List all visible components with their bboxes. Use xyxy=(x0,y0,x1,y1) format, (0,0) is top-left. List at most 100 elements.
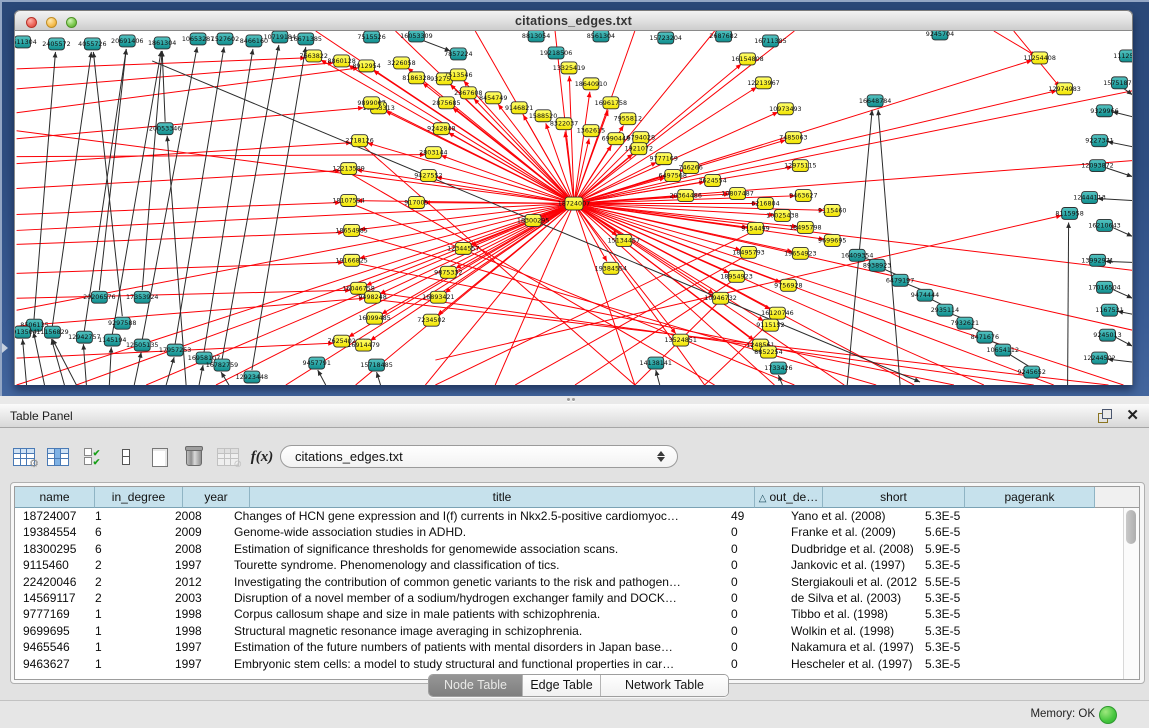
gene-node-yellow[interactable]: 6216804 xyxy=(751,198,779,210)
gene-node-teal[interactable]: 16210643 xyxy=(1088,219,1120,231)
gene-node-teal[interactable]: 8471676 xyxy=(971,331,999,343)
column-header-name[interactable]: name xyxy=(15,487,95,508)
gene-node-teal[interactable]: 1167531 xyxy=(1095,304,1123,316)
column-header-pagerank[interactable]: pagerank xyxy=(965,487,1095,508)
gene-node-teal[interactable]: 20691406 xyxy=(111,35,143,47)
gene-node-teal[interactable]: 17016504 xyxy=(1088,281,1120,293)
gene-node-teal[interactable]: 9474444 xyxy=(911,289,939,301)
gene-node-yellow[interactable]: 18640910 xyxy=(575,78,607,90)
column-header-short[interactable]: short xyxy=(823,487,965,508)
gene-node-teal[interactable]: 15723204 xyxy=(650,32,682,44)
delete-column-icon[interactable] xyxy=(180,443,208,471)
gene-node-teal[interactable]: 16671385 xyxy=(290,33,322,45)
gene-node-teal[interactable]: 15718485 xyxy=(360,359,392,371)
gene-node-yellow[interactable]: 6794028 xyxy=(627,132,655,144)
gene-node-teal[interactable]: 16648784 xyxy=(859,95,891,107)
gene-node-yellow[interactable]: 8322037 xyxy=(550,118,578,130)
gene-node-yellow[interactable]: 7955812 xyxy=(614,113,642,125)
gene-node-yellow[interactable]: 10025438 xyxy=(766,209,798,221)
row-height-icon[interactable] xyxy=(112,443,140,471)
gene-node-teal[interactable]: 12923448 xyxy=(236,371,268,383)
table-row[interactable]: 1830029562008Estimation of significance … xyxy=(15,541,1139,557)
close-panel-icon[interactable]: ✕ xyxy=(1126,406,1139,424)
window-title-bar[interactable]: citations_edges.txt xyxy=(14,10,1133,31)
table-selector-dropdown[interactable]: citations_edges.txt xyxy=(280,445,678,468)
vertical-scrollbar[interactable] xyxy=(1123,508,1139,680)
gene-node-yellow[interactable]: 16893421 xyxy=(422,291,454,303)
gene-node-yellow[interactable]: 18495793 xyxy=(732,246,764,258)
column-header-indegree[interactable]: in_degree xyxy=(95,487,183,508)
gene-node-teal[interactable]: 9227341 xyxy=(1085,135,1113,147)
gene-node-teal[interactable]: 12244502 xyxy=(1083,352,1115,364)
gene-node-teal[interactable]: 12505135 xyxy=(126,339,158,351)
gene-node-teal[interactable]: 8813054 xyxy=(522,31,550,42)
gene-node-teal[interactable]: 1861304 xyxy=(148,37,176,49)
gene-node-yellow[interactable]: 2718126 xyxy=(345,135,373,147)
function-builder-icon[interactable]: f(x) xyxy=(248,443,276,471)
table-row[interactable]: 911546021997Tourette syndrome. Phenomeno… xyxy=(15,557,1139,573)
table-row[interactable]: 977716911998Corpus callosum shape and si… xyxy=(15,606,1139,622)
column-header-outde[interactable]: △out_de… xyxy=(755,487,823,508)
table-row[interactable]: 1872400712008Changes of HCN gene express… xyxy=(15,508,1139,524)
gene-node-yellow[interactable]: 12975115 xyxy=(784,160,816,172)
gene-node-yellow[interactable]: 9154499 xyxy=(741,222,769,234)
table-row[interactable]: 1456911722003Disruption of a novel membe… xyxy=(15,590,1139,606)
gene-node-teal[interactable]: 20053346 xyxy=(149,123,181,135)
gene-node-teal[interactable]: 11156829 xyxy=(36,326,68,338)
gene-node-teal[interactable]: 17957253 xyxy=(159,344,191,356)
gene-node-teal[interactable]: 6479197 xyxy=(886,274,914,286)
gene-node-yellow[interactable]: 9756928 xyxy=(774,279,802,291)
gene-node-teal[interactable]: 12942757 xyxy=(68,331,100,343)
scrollbar-thumb[interactable] xyxy=(1126,510,1136,544)
gene-node-teal[interactable]: 2687682 xyxy=(709,31,737,42)
panel-collapse-arrow-icon[interactable] xyxy=(2,343,8,353)
gene-node-yellow[interactable]: 16154808 xyxy=(731,53,763,65)
gene-node-yellow[interactable]: 9498248 xyxy=(358,291,386,303)
gene-node-yellow[interactable]: 18107554 xyxy=(332,195,364,207)
tab-node-table[interactable]: Node Table xyxy=(429,675,523,696)
gene-node-teal[interactable]: 16711385 xyxy=(754,35,786,47)
gene-node-yellow[interactable]: 19384554 xyxy=(595,262,627,274)
gene-node-teal[interactable]: 2405572 xyxy=(42,38,70,50)
gene-node-teal[interactable]: 1145194 xyxy=(98,334,126,346)
tab-edge-table[interactable]: Edge Table xyxy=(523,675,601,696)
gene-node-yellow[interactable]: 18495798 xyxy=(789,221,821,233)
gene-node-teal[interactable]: 7932621 xyxy=(951,317,979,329)
gene-node-teal[interactable]: 10654112 xyxy=(987,344,1019,356)
gene-node-yellow[interactable]: 9699695 xyxy=(818,234,846,246)
table-row[interactable]: 969969511998Structural magnetic resonanc… xyxy=(15,623,1139,639)
gene-node-teal[interactable]: 1527602 xyxy=(211,33,239,45)
gene-node-yellow[interactable]: 1921072 xyxy=(625,143,653,155)
gene-node-teal[interactable]: 10653287 xyxy=(182,33,214,45)
gene-node-teal[interactable]: 7857224 xyxy=(444,48,472,60)
gene-node-teal[interactable]: 9297588 xyxy=(108,317,136,329)
gene-node-teal[interactable]: 8561304 xyxy=(587,31,615,42)
table-row[interactable]: 946554611997Estimation of the future num… xyxy=(15,639,1139,655)
gene-node-yellow[interactable]: 12213967 xyxy=(747,77,779,89)
table-row[interactable]: 2242004622012Investigating the contribut… xyxy=(15,574,1139,590)
new-column-icon[interactable] xyxy=(146,443,174,471)
column-header-title[interactable]: title xyxy=(250,487,755,508)
gene-node-yellow[interactable]: 12344557 xyxy=(447,242,479,254)
gene-node-teal[interactable]: 14138141 xyxy=(640,357,672,369)
gene-node-teal[interactable]: 9329966 xyxy=(1090,105,1118,117)
gene-node-teal[interactable]: 9245013 xyxy=(1093,329,1121,341)
column-checklist-icon[interactable]: ✔✔ xyxy=(78,443,106,471)
gene-node-teal[interactable]: 7515526 xyxy=(357,31,385,43)
gene-node-teal[interactable]: 20206576 xyxy=(83,291,115,303)
gene-node-teal[interactable]: 19218506 xyxy=(540,47,572,59)
network-canvas[interactable]: 3226058818632893275087513546236760884547… xyxy=(14,31,1133,385)
gene-node-teal[interactable]: 1112544 xyxy=(1113,50,1133,62)
gene-node-yellow[interactable]: 13325419 xyxy=(553,62,585,74)
gene-node-teal[interactable]: 9245704 xyxy=(926,31,954,40)
gene-node-yellow[interactable]: 9115460 xyxy=(818,205,846,217)
gene-node-yellow[interactable]: 10946732 xyxy=(704,292,736,304)
gene-node-teal[interactable]: 2935114 xyxy=(931,304,959,316)
gene-node-yellow[interactable]: 7234502 xyxy=(417,314,445,326)
gene-node-teal[interactable]: 17353924 xyxy=(126,291,158,303)
memory-ok-indicator-icon[interactable] xyxy=(1099,706,1117,724)
gene-node-teal[interactable]: 15751874 xyxy=(1103,77,1133,89)
gene-node-yellow[interactable]: 8186328 xyxy=(402,72,430,84)
gene-node-yellow[interactable]: 16914479 xyxy=(347,339,379,351)
select-columns-icon[interactable] xyxy=(44,443,72,471)
